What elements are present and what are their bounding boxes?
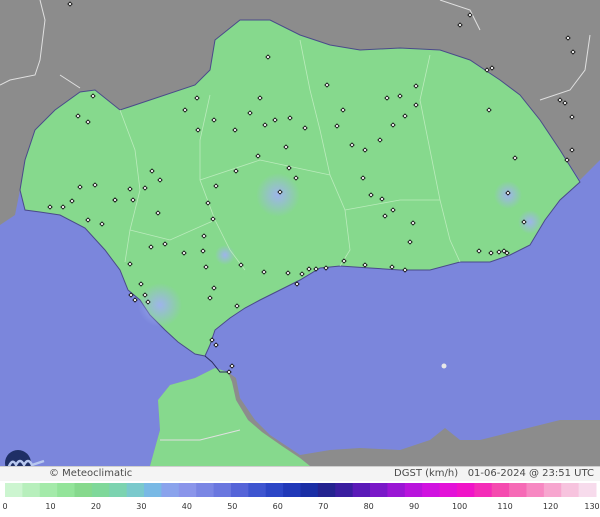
legend-swatch <box>248 483 267 497</box>
wind-highlight <box>138 283 182 327</box>
alboran-island <box>441 363 447 369</box>
legend-swatch <box>57 483 76 497</box>
legend-tick-label: 20 <box>91 502 101 511</box>
legend-tick-label: 50 <box>227 502 237 511</box>
legend-swatch <box>526 483 545 497</box>
legend-swatch <box>230 483 249 497</box>
legend: 0 10 20 30 40 50 60 70 80 90 100 110 120 130 <box>0 481 600 517</box>
legend-swatch <box>74 483 93 497</box>
legend-swatch <box>126 483 145 497</box>
legend-tick-label: 120 <box>543 502 558 511</box>
legend-tick-label: 90 <box>409 502 419 511</box>
map-area <box>0 0 600 466</box>
legend-swatch <box>144 483 162 497</box>
legend-swatch <box>22 483 41 497</box>
legend-swatch <box>387 483 406 497</box>
credit-text: © Meteoclimatic <box>49 468 133 479</box>
legend-swatch <box>5 483 23 497</box>
legend-swatch <box>300 483 319 497</box>
legend-swatch <box>109 483 128 497</box>
legend-swatch <box>439 483 458 497</box>
legend-swatch <box>335 483 354 497</box>
legend-swatch <box>265 483 284 497</box>
legend-swatch <box>404 483 423 497</box>
legend-swatch <box>196 483 215 497</box>
legend-tick-label: 40 <box>182 502 192 511</box>
credit-bar: © Meteoclimatic DGST (km/h) 01-06-2024 @… <box>0 466 600 481</box>
legend-swatch <box>161 483 180 497</box>
legend-swatch <box>213 483 232 497</box>
legend-tick-label: 100 <box>452 502 467 511</box>
legend-tick-label: 70 <box>318 502 328 511</box>
legend-swatch <box>422 483 441 497</box>
legend-swatch <box>509 483 527 497</box>
legend-swatch <box>283 483 301 497</box>
legend-swatch <box>456 483 475 497</box>
wind-highlight <box>256 173 300 217</box>
legend-swatch <box>91 483 110 497</box>
legend-scale: 0 10 20 30 40 50 60 70 80 90 100 110 120 130 <box>2 483 600 511</box>
legend-tick-label: 30 <box>136 502 146 511</box>
legend-swatch <box>474 483 493 497</box>
legend-tick-label: 80 <box>364 502 374 511</box>
wind-highlight <box>215 245 235 265</box>
legend-swatch <box>491 483 510 497</box>
legend-tick-label: 130 <box>584 502 599 511</box>
legend-tick-label: 10 <box>45 502 55 511</box>
legend-tick-label: 110 <box>497 502 512 511</box>
legend-swatch <box>352 483 371 497</box>
legend-tick-label: 60 <box>273 502 283 511</box>
legend-swatch <box>317 483 336 497</box>
legend-tick-label: 0 <box>2 502 7 511</box>
legend-swatch <box>578 483 597 497</box>
legend-swatch <box>39 483 58 497</box>
map-svg <box>0 0 600 466</box>
legend-swatch <box>370 483 388 497</box>
map-caption: DGST (km/h) 01-06-2024 @ 23:51 UTC <box>394 468 594 479</box>
legend-swatch <box>543 483 562 497</box>
legend-swatch <box>178 483 197 497</box>
legend-swatch <box>561 483 580 497</box>
